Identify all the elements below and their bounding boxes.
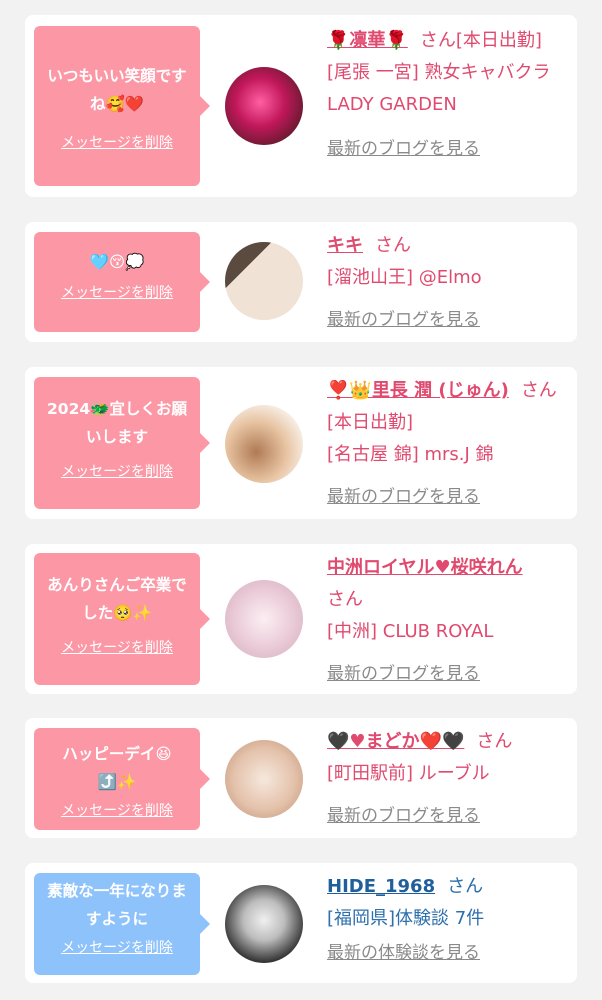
latest-blog-link[interactable]: 最新のブログを見る	[327, 133, 573, 165]
honorific: さん	[447, 876, 484, 897]
message-card: いつもいい笑顔ですね🥰❤️ メッセージを削除 🌹凛華🌹 さん[本日出勤] [尾張 …	[25, 15, 577, 197]
message-bubble: 🩵😚💭 メッセージを削除	[34, 232, 210, 332]
message-bubble: あんりさんご卒業でした🥺✨ メッセージを削除	[34, 553, 210, 685]
delete-message-link[interactable]: メッセージを削除	[61, 937, 173, 957]
avatar[interactable]	[225, 67, 303, 145]
message-text: 2024🐲宜しくお願いします	[47, 400, 187, 446]
message-text: 素敵な一年になりますように	[47, 882, 187, 928]
shop-label: [町田駅前] ルーブル	[327, 763, 490, 784]
user-info: HIDE_1968 さん [福岡県]体験談 7件 最新の体験談を見る	[327, 871, 573, 969]
latest-blog-link[interactable]: 最新のブログを見る	[327, 658, 573, 690]
avatar[interactable]	[225, 242, 303, 320]
message-text: ハッピーデイ😆⤴️✨	[62, 745, 172, 791]
honorific: さん	[476, 731, 513, 752]
user-name-link[interactable]: HIDE_1968	[327, 876, 435, 897]
shop-label: [溜池山王] @Elmo	[327, 267, 482, 288]
status-tag: [本日出勤]	[455, 30, 542, 51]
user-name-link[interactable]: キキ	[327, 235, 363, 256]
user-info: 🌹凛華🌹 さん[本日出勤] [尾張 一宮] 熟女キャバクラ LADY GARDEN…	[327, 25, 573, 165]
delete-message-link[interactable]: メッセージを削除	[61, 282, 173, 302]
shop-label: [尾張 一宮] 熟女キャバクラ LADY GARDEN	[327, 62, 551, 115]
status-tag: [本日出勤]	[327, 412, 414, 433]
message-text: 🩵😚💭	[89, 253, 145, 271]
shop-label: [名古屋 錦] mrs.J 錦	[327, 444, 494, 465]
delete-message-link[interactable]: メッセージを削除	[61, 800, 173, 820]
latest-blog-link[interactable]: 最新のブログを見る	[327, 304, 573, 336]
user-name-link[interactable]: 🌹凛華🌹	[327, 30, 408, 51]
latest-blog-link[interactable]: 最新のブログを見る	[327, 481, 573, 513]
message-bubble: 2024🐲宜しくお願いします メッセージを削除	[34, 377, 210, 509]
delete-message-link[interactable]: メッセージを削除	[61, 637, 173, 657]
user-info: 🖤♥まどか❤️🖤 さん [町田駅前] ルーブル 最新のブログを見る	[327, 726, 573, 832]
honorific: さん	[419, 30, 456, 51]
latest-blog-link[interactable]: 最新のブログを見る	[327, 800, 573, 832]
avatar[interactable]	[225, 740, 303, 818]
message-card: 素敵な一年になりますように メッセージを削除 HIDE_1968 さん [福岡県]…	[25, 863, 577, 983]
user-name-link[interactable]: ❣️👑里長 潤 (じゅん)	[327, 380, 509, 401]
honorific: さん	[375, 235, 411, 256]
latest-blog-link[interactable]: 最新の体験談を見る	[327, 937, 573, 969]
message-text: いつもいい笑顔ですね🥰❤️	[47, 67, 187, 113]
honorific: さん	[327, 589, 363, 610]
avatar[interactable]	[225, 885, 303, 963]
shop-label: [中洲] CLUB ROYAL	[327, 621, 494, 642]
message-text: あんりさんご卒業でした🥺✨	[47, 576, 187, 622]
delete-message-link[interactable]: メッセージを削除	[61, 461, 173, 481]
user-info: 中洲ロイヤル♥桜咲れん さん [中洲] CLUB ROYAL 最新のブログを見る	[327, 552, 573, 690]
message-card: ハッピーデイ😆⤴️✨ メッセージを削除 🖤♥まどか❤️🖤 さん [町田駅前] ルー…	[25, 718, 577, 838]
user-info: キキ さん [溜池山王] @Elmo 最新のブログを見る	[327, 230, 573, 336]
user-name-link[interactable]: 中洲ロイヤル♥桜咲れん	[327, 557, 523, 578]
message-bubble: いつもいい笑顔ですね🥰❤️ メッセージを削除	[34, 26, 210, 186]
message-bubble: ハッピーデイ😆⤴️✨ メッセージを削除	[34, 728, 210, 830]
message-card: 🩵😚💭 メッセージを削除 キキ さん [溜池山王] @Elmo 最新のブログを見る	[25, 222, 577, 342]
avatar[interactable]	[225, 405, 303, 483]
shop-label: [福岡県]体験談 7件	[327, 908, 485, 929]
delete-message-link[interactable]: メッセージを削除	[61, 132, 173, 152]
message-card: あんりさんご卒業でした🥺✨ メッセージを削除 中洲ロイヤル♥桜咲れん さん [中洲…	[25, 544, 577, 694]
message-bubble: 素敵な一年になりますように メッセージを削除	[34, 873, 210, 975]
honorific: さん	[520, 380, 557, 401]
message-card: 2024🐲宜しくお願いします メッセージを削除 ❣️👑里長 潤 (じゅん) さん […	[25, 367, 577, 519]
avatar[interactable]	[225, 580, 303, 658]
user-name-link[interactable]: 🖤♥まどか❤️🖤	[327, 731, 464, 752]
user-info: ❣️👑里長 潤 (じゅん) さん [本日出勤] [名古屋 錦] mrs.J 錦 最新…	[327, 375, 573, 513]
